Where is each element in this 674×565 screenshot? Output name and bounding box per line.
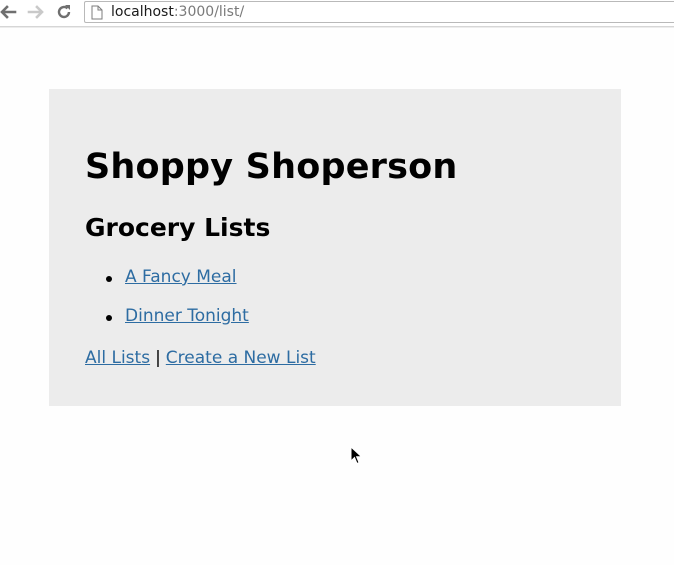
- link-separator: |: [155, 348, 161, 368]
- browser-toolbar: localhost:3000/list/: [0, 0, 674, 27]
- list-item: A Fancy Meal: [85, 267, 249, 306]
- url-host: localhost: [111, 4, 174, 20]
- page-icon: [91, 5, 103, 20]
- list-link-a-fancy-meal[interactable]: A Fancy Meal: [125, 267, 237, 287]
- bullet-icon: [106, 315, 112, 321]
- address-bar[interactable]: localhost:3000/list/: [84, 1, 674, 23]
- forward-button[interactable]: [26, 2, 46, 22]
- list-link-dinner-tonight[interactable]: Dinner Tonight: [125, 306, 249, 326]
- section-title: Grocery Lists: [85, 213, 271, 242]
- all-lists-link[interactable]: All Lists: [85, 348, 150, 368]
- reload-button[interactable]: [54, 2, 74, 22]
- reload-icon: [57, 5, 71, 19]
- create-new-list-link[interactable]: Create a New List: [166, 348, 316, 368]
- list-item: Dinner Tonight: [85, 306, 249, 345]
- url-path: :3000/list/: [173, 4, 245, 20]
- mouse-cursor-icon: [350, 446, 363, 465]
- site-title: Shoppy Shoperson: [85, 147, 458, 187]
- bullet-icon: [106, 276, 112, 282]
- url-text: localhost:3000/list/: [111, 4, 244, 20]
- back-arrow-icon: [0, 5, 17, 19]
- footer-links: All Lists | Create a New List: [85, 348, 316, 368]
- content-card: Shoppy Shoperson Grocery Lists A Fancy M…: [49, 89, 621, 406]
- grocery-lists: A Fancy Meal Dinner Tonight: [85, 267, 249, 345]
- forward-arrow-icon: [27, 5, 44, 19]
- back-button[interactable]: [0, 2, 18, 22]
